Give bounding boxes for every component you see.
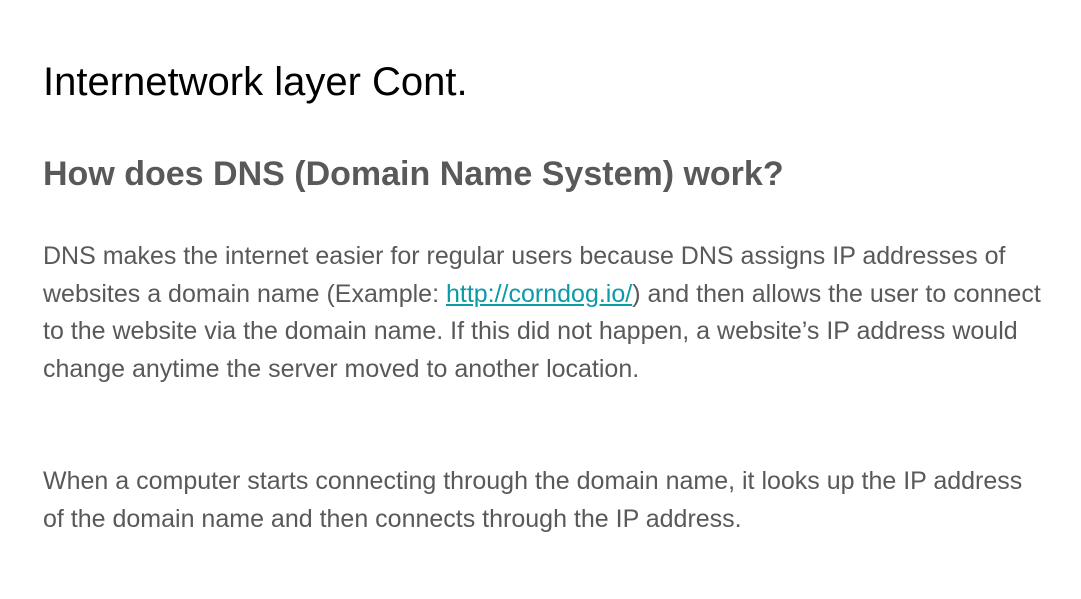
example-link[interactable]: http://corndog.io/ xyxy=(446,280,632,308)
slide-title: Internetwork layer Cont. xyxy=(43,60,468,104)
slide-subtitle: How does DNS (Domain Name System) work? xyxy=(43,155,784,193)
dns-explanation-paragraph: DNS makes the internet easier for regula… xyxy=(43,238,1043,388)
slide: Internetwork layer Cont. How does DNS (D… xyxy=(0,0,1081,599)
dns-lookup-paragraph: When a computer starts connecting throug… xyxy=(43,467,1023,533)
